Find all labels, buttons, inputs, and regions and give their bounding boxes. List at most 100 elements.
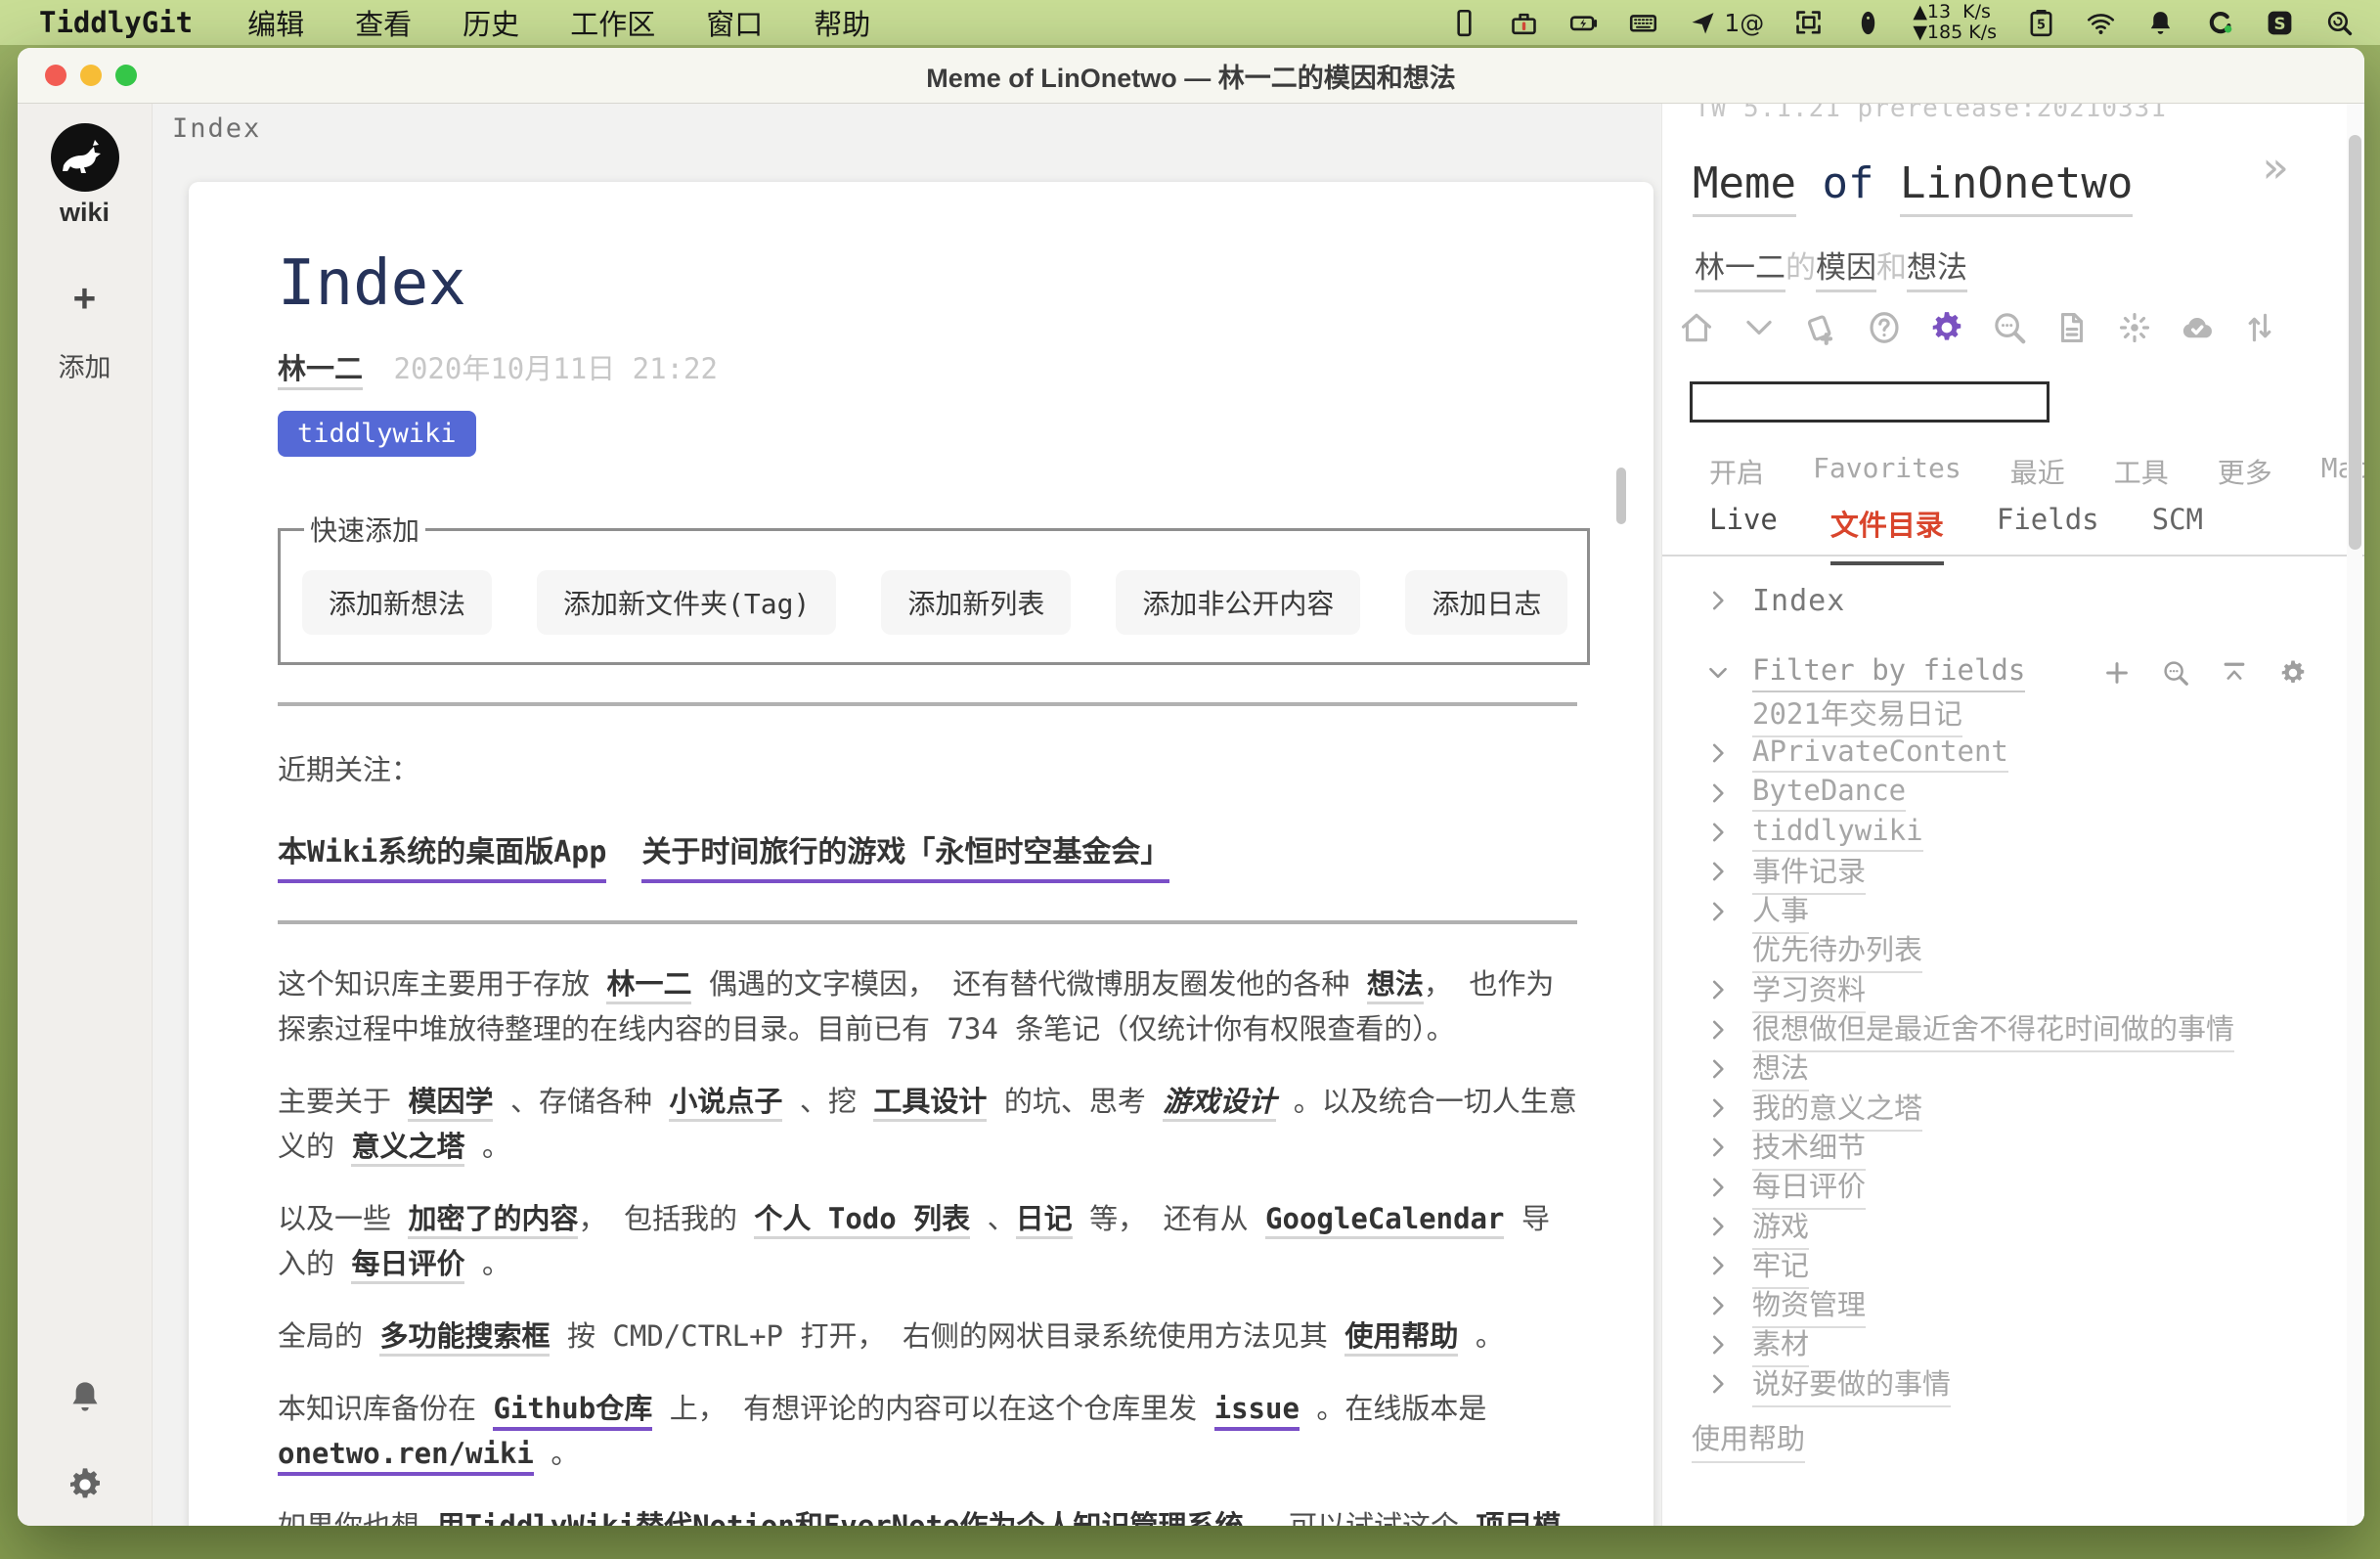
git-sync-icon[interactable] (2241, 309, 2278, 346)
external-link[interactable]: issue (1214, 1392, 1300, 1431)
menu-item[interactable]: 历史 (463, 2, 519, 43)
menu-item[interactable]: 帮助 (814, 2, 870, 43)
workspace-name[interactable]: wiki (18, 198, 152, 228)
tree-item[interactable]: 游戏 (1662, 1207, 2364, 1246)
tree-item[interactable]: 说好要做的事情 (1662, 1364, 2364, 1403)
internal-link[interactable]: 模因学 (408, 1085, 493, 1122)
menu-item[interactable]: 查看 (355, 2, 412, 43)
status-spotlight-icon[interactable] (2324, 8, 2355, 38)
tag-pill[interactable]: tiddlywiki (278, 411, 476, 457)
external-link[interactable]: 用TiddlyWiki替代Notion和EverNote作为个人知识管理系统 (436, 1509, 1243, 1526)
status-screen-capture-icon[interactable] (1793, 8, 1824, 38)
help-icon[interactable] (1866, 309, 1903, 346)
tree-item[interactable]: 人事 (1662, 891, 2364, 930)
tree-item[interactable]: 2021年交易日记 (1662, 694, 2364, 734)
tiddler-scrollbar-thumb[interactable] (1616, 468, 1626, 524)
tree-item[interactable]: 每日评价 (1662, 1168, 2364, 1207)
cloud-saved-icon[interactable] (2179, 309, 2216, 346)
external-link[interactable]: onetwo.ren/wiki (278, 1437, 534, 1476)
recent-external-link[interactable]: 关于时间旅行的游戏「永恒时空基金会」 (641, 827, 1169, 883)
help-link[interactable]: 使用帮助 (1692, 1416, 1805, 1463)
tree-item[interactable]: 素材 (1662, 1325, 2364, 1364)
site-subtitle-link[interactable]: 模因 (1816, 250, 1876, 292)
status-toolbox-icon[interactable] (1509, 8, 1539, 38)
collapse-all-icon[interactable] (2220, 658, 2249, 688)
filter-by-fields-link[interactable]: Filter by fields (1752, 653, 2025, 692)
tree-item-label[interactable]: Index (1752, 584, 1845, 618)
add-workspace-label[interactable]: 添加 (18, 346, 152, 384)
tree-item[interactable]: 优先待办列表 (1662, 931, 2364, 970)
theme-icon[interactable] (2116, 309, 2153, 346)
internal-link[interactable]: 个人 Todo 列表 (754, 1202, 970, 1239)
site-subtitle-link[interactable]: 想法 (1907, 250, 1967, 292)
breadcrumb[interactable]: Index (172, 113, 261, 144)
chevron-right-icon[interactable] (1705, 740, 1731, 766)
tree-item[interactable]: 牢记 (1662, 1246, 2364, 1285)
tree-item[interactable]: 很想做但是最近舍不得花时间做的事情 (1662, 1009, 2364, 1048)
chevron-right-icon[interactable] (1705, 1175, 1731, 1200)
chevron-right-icon[interactable] (1705, 780, 1731, 806)
zoom-out-icon[interactable] (2161, 658, 2190, 688)
site-title-link[interactable]: Meme (1693, 158, 1796, 217)
chevron-right-icon[interactable] (1705, 1332, 1731, 1358)
chevron-right-icon[interactable] (1705, 1371, 1731, 1397)
tab-最近[interactable]: 最近 (2010, 452, 2065, 491)
tree-item[interactable]: 学习资料 (1662, 970, 2364, 1009)
site-subtitle-link[interactable]: 林一二 (1695, 250, 1785, 292)
internal-link[interactable]: 使用帮助 (1344, 1319, 1458, 1357)
menu-app-name[interactable]: TiddlyGit (39, 6, 193, 39)
status-network-speed-icon[interactable]: ▲13 K/s ▼185 K/s (1913, 2, 1997, 43)
window-title-bar[interactable]: Meme of LinOnetwo — 林一二的模因和想法 (18, 48, 2364, 104)
status-clipboard-history-icon[interactable]: 5 (2026, 8, 2056, 38)
internal-link[interactable]: 工具设计 (873, 1085, 987, 1122)
tree-item[interactable]: 技术细节 (1662, 1128, 2364, 1167)
tree-item-label[interactable]: tiddlywiki (1752, 814, 1923, 852)
chevron-right-icon[interactable] (1705, 1253, 1731, 1278)
recent-external-link[interactable]: 本Wiki系统的桌面版App (278, 827, 606, 883)
tree-item[interactable]: 想法 (1662, 1049, 2364, 1089)
status-mouse-icon[interactable] (1853, 8, 1883, 38)
sidebar-scrollbar-thumb[interactable] (2349, 135, 2361, 550)
tree-item-label[interactable]: 很想做但是最近舍不得花时间做的事情 (1752, 1006, 2234, 1052)
status-battery-charging-icon[interactable] (1568, 8, 1599, 38)
tree-item-label[interactable]: 说好要做的事情 (1752, 1361, 1951, 1407)
add-workspace-plus-icon[interactable]: + (18, 276, 152, 319)
internal-link[interactable]: 想法 (1367, 967, 1424, 1004)
tab-工具[interactable]: 工具 (2114, 452, 2169, 491)
chevron-right-icon[interactable] (1705, 1214, 1731, 1239)
chevron-right-icon[interactable] (1705, 977, 1731, 1002)
chevron-down-icon[interactable] (1705, 660, 1731, 686)
internal-link[interactable]: 每日评价 (351, 1247, 464, 1284)
status-bell-icon[interactable] (2145, 8, 2176, 38)
home-icon[interactable] (1678, 309, 1715, 346)
internal-link[interactable]: 意义之塔 (351, 1130, 464, 1167)
chevron-right-icon[interactable] (1705, 1095, 1731, 1121)
site-title-link[interactable]: LinOnetwo (1900, 158, 2133, 217)
tree-item[interactable]: tiddlywiki (1662, 813, 2364, 852)
status-slack-icon[interactable]: S (2265, 8, 2295, 38)
chevron-right-icon[interactable] (1705, 1017, 1731, 1043)
quick-add-button[interactable]: 添加新文件夹(Tag) (537, 570, 836, 635)
chevron-right-icon[interactable] (1705, 1135, 1731, 1160)
chevron-right-icon[interactable] (1705, 588, 1731, 613)
quick-add-button[interactable]: 添加新列表 (881, 570, 1071, 635)
tree-item-label[interactable]: ByteDance (1752, 774, 1906, 812)
tree-item[interactable]: APrivateContent (1662, 734, 2364, 773)
status-display-icon[interactable] (1449, 8, 1479, 38)
tree-item[interactable]: 事件记录 (1662, 852, 2364, 891)
chevron-down-icon[interactable] (1741, 309, 1778, 346)
tree-item[interactable]: ByteDance (1662, 774, 2364, 813)
chevron-right-icon[interactable] (1705, 899, 1731, 924)
minimize-button[interactable] (80, 65, 102, 86)
document-icon[interactable] (2053, 309, 2091, 346)
tree-item-label[interactable]: APrivateContent (1752, 735, 2008, 773)
tab-更多[interactable]: 更多 (2218, 452, 2272, 491)
internal-link[interactable]: 小说点子 (669, 1085, 782, 1122)
quick-add-button[interactable]: 添加新想法 (302, 570, 492, 635)
collapse-sidebar-chevrons-icon[interactable]: » (2263, 147, 2289, 190)
tree-item[interactable]: 物资管理 (1662, 1285, 2364, 1324)
author-link[interactable]: 林一二 (278, 352, 363, 390)
menu-item[interactable]: 窗口 (706, 2, 763, 43)
tree-item-index[interactable]: Index (1662, 579, 2364, 622)
settings-icon[interactable] (1928, 309, 1965, 346)
